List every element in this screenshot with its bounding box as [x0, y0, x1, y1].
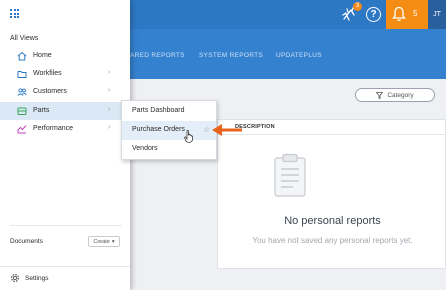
tab-system-reports[interactable]: SYSTEM REPORTS	[199, 52, 263, 59]
folder-icon	[17, 69, 27, 79]
create-document-button[interactable]: Create ▾	[88, 236, 120, 247]
all-views-heading: All Views	[10, 35, 39, 42]
reports-table: DESCRIPTION No personal reports You have…	[217, 119, 446, 269]
divider	[10, 225, 122, 226]
help-icon[interactable]: ?	[366, 7, 381, 22]
alerts-count: 5	[413, 9, 418, 18]
star-icon[interactable]: ☆	[203, 125, 210, 134]
navigation-sidebar: All Views Home Workfiles › Customers › P…	[0, 0, 130, 290]
submenu-item-label: Vendors	[132, 145, 158, 152]
empty-state-title: No personal reports	[284, 215, 381, 227]
chevron-right-icon: ›	[108, 69, 111, 76]
hand-cursor-icon	[184, 130, 193, 143]
app-launcher-icon[interactable]	[10, 9, 19, 18]
submenu-item-vendors[interactable]: Vendors	[122, 140, 216, 159]
parts-submenu: Parts Dashboard Purchase Orders ☆ Vendor…	[121, 100, 217, 160]
chevron-right-icon: ›	[108, 87, 111, 94]
sidebar-item-label: Performance	[33, 125, 74, 132]
sidebar-item-label: Customers	[33, 88, 67, 95]
gear-icon[interactable]	[10, 273, 20, 283]
tab-shared-reports[interactable]: ARED REPORTS	[130, 52, 185, 59]
submenu-item-label: Parts Dashboard	[132, 107, 185, 114]
annotation-arrow-icon	[212, 124, 242, 136]
empty-state-subtitle: You have not saved any personal reports …	[252, 236, 413, 245]
divider	[0, 266, 130, 267]
category-filter-label: Category	[387, 91, 414, 99]
bell-icon	[392, 6, 406, 22]
filter-icon	[376, 91, 384, 99]
submenu-item-purchase-orders[interactable]: Purchase Orders ☆	[122, 121, 216, 140]
notification-badge: 3	[353, 2, 362, 11]
submenu-item-parts-dashboard[interactable]: Parts Dashboard	[122, 102, 216, 121]
parts-icon	[17, 106, 27, 116]
sidebar-item-label: Workfiles	[33, 70, 62, 77]
user-avatar[interactable]: JT	[428, 0, 446, 29]
column-header-description[interactable]: DESCRIPTION	[218, 120, 445, 135]
sidebar-item-performance[interactable]: Performance ›	[0, 120, 130, 138]
create-button-label: Create	[93, 238, 110, 245]
category-filter-button[interactable]: Category	[355, 88, 435, 102]
sidebar-item-label: Parts	[33, 107, 50, 114]
sidebar-item-home[interactable]: Home	[0, 47, 130, 65]
documents-label: Documents	[10, 238, 43, 245]
sidebar-item-label: Home	[33, 52, 52, 59]
sidebar-item-customers[interactable]: Customers ›	[0, 83, 130, 101]
tab-updateplus[interactable]: UPDATEPLUS	[276, 52, 322, 59]
sidebar-item-workfiles[interactable]: Workfiles ›	[0, 65, 130, 83]
clipboard-icon	[274, 153, 306, 197]
sidebar-item-parts[interactable]: Parts ›	[0, 102, 130, 120]
alerts-button[interactable]: 5	[386, 0, 428, 29]
customers-icon	[17, 87, 27, 97]
home-icon	[17, 51, 27, 61]
settings-link[interactable]: Settings	[25, 275, 49, 282]
announcements-icon[interactable]: 3	[341, 2, 362, 23]
performance-icon	[17, 124, 27, 134]
submenu-item-label: Purchase Orders	[132, 126, 185, 133]
chevron-right-icon: ›	[108, 124, 111, 131]
caret-down-icon: ▾	[111, 238, 115, 245]
chevron-right-icon: ›	[108, 106, 111, 113]
